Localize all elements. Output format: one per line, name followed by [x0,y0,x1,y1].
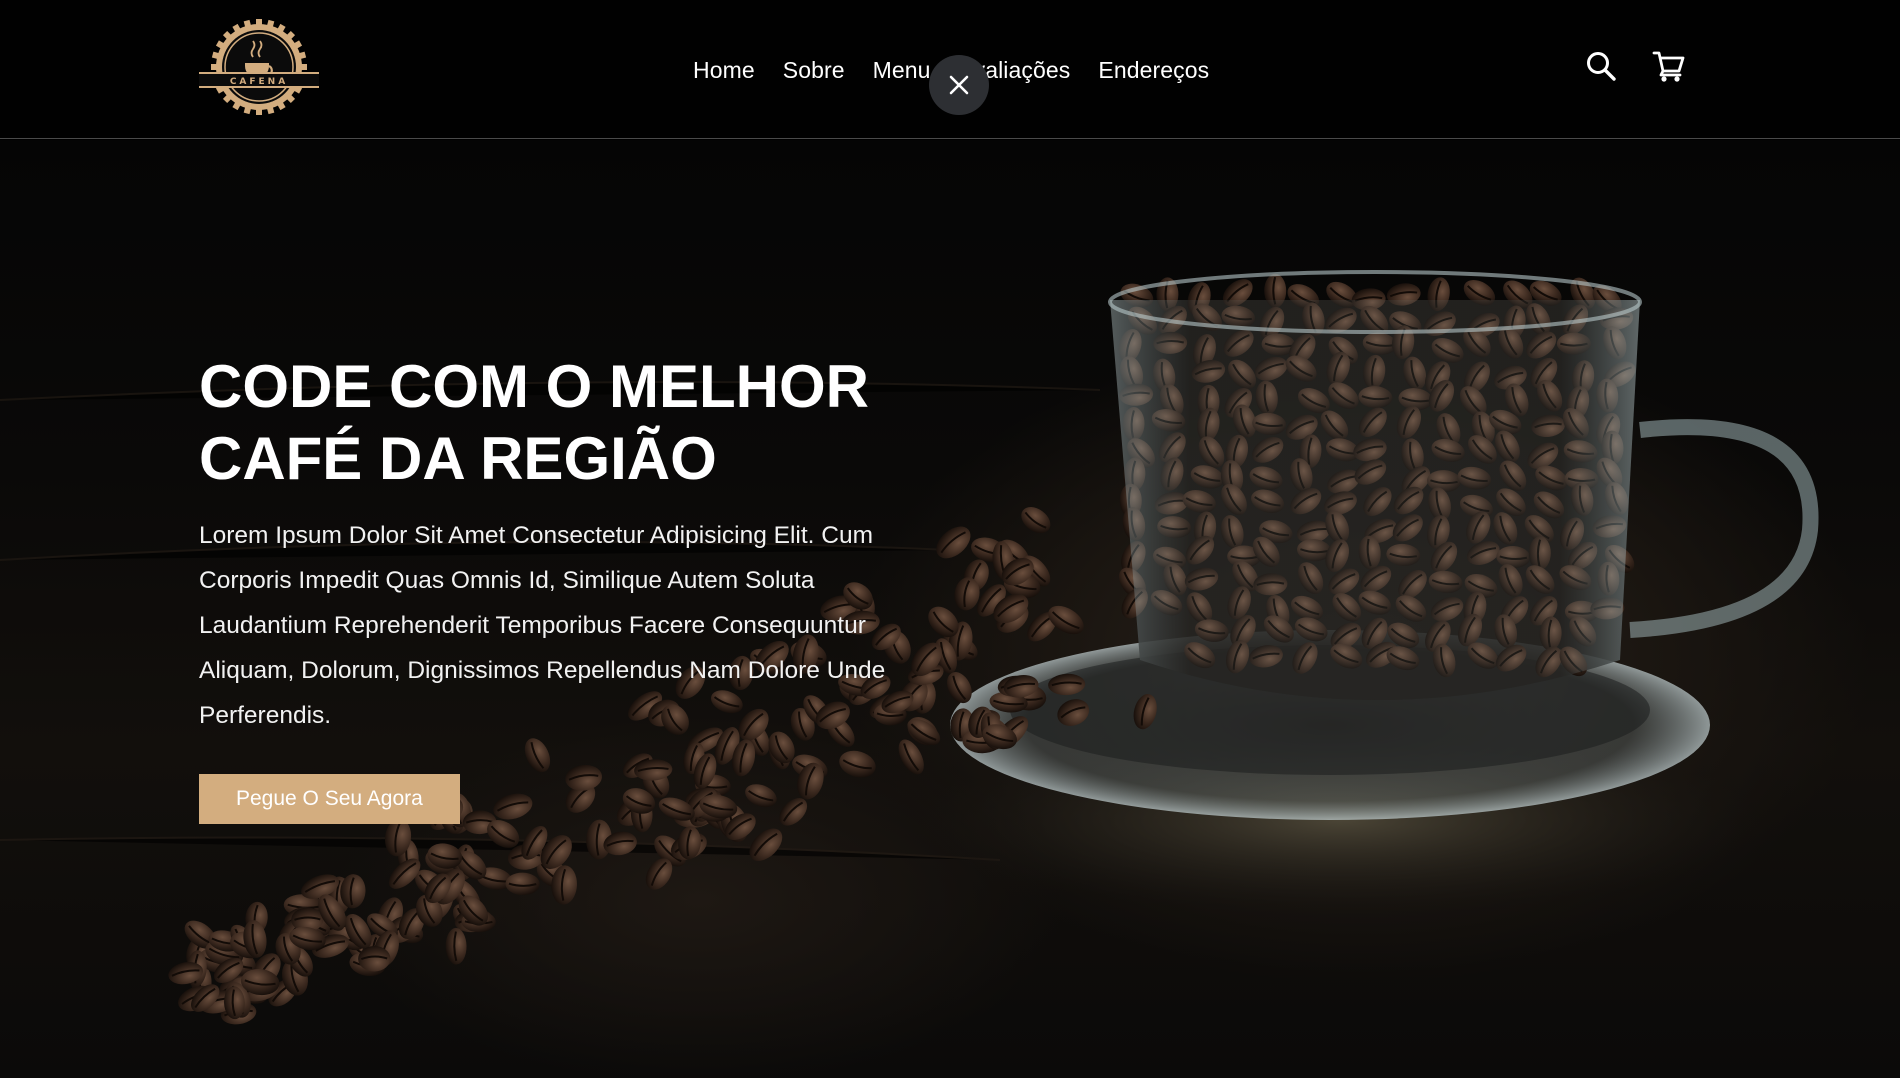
search-button[interactable] [1583,48,1619,84]
hero-title-line1: CODE COM O MELHOR [199,353,869,420]
nav-enderecos[interactable]: Endereços [1098,52,1209,88]
hero-description: Lorem Ipsum Dolor Sit Amet Consectetur A… [199,522,886,729]
hero-section: CODE COM O MELHOR CAFÉ DA REGIÃO Lorem I… [0,140,1900,1078]
nav-menu[interactable]: Menu [873,52,931,88]
hero-title-line2: CAFÉ DA REGIÃO [199,425,717,492]
nav-home[interactable]: Home [693,52,755,88]
cart-button[interactable] [1651,48,1687,84]
coffee-cup-logo-icon: CAFENA [199,19,319,115]
hero-title: CODE COM O MELHOR CAFÉ DA REGIÃO [199,351,899,495]
logo-text: CAFENA [230,77,288,87]
close-icon [949,75,969,95]
cta-button[interactable]: Pegue O Seu Agora [199,774,460,824]
cart-icon [1652,51,1685,82]
header-actions [1583,48,1687,84]
hero-content: CODE COM O MELHOR CAFÉ DA REGIÃO Lorem I… [199,351,899,824]
nav-sobre[interactable]: Sobre [783,52,845,88]
search-icon [1587,52,1616,81]
close-menu-button[interactable] [929,55,989,115]
site-header: CAFENA Home Sobre Menu Avaliações Endere… [0,0,1900,139]
cafena-logo[interactable]: CAFENA [199,18,319,116]
